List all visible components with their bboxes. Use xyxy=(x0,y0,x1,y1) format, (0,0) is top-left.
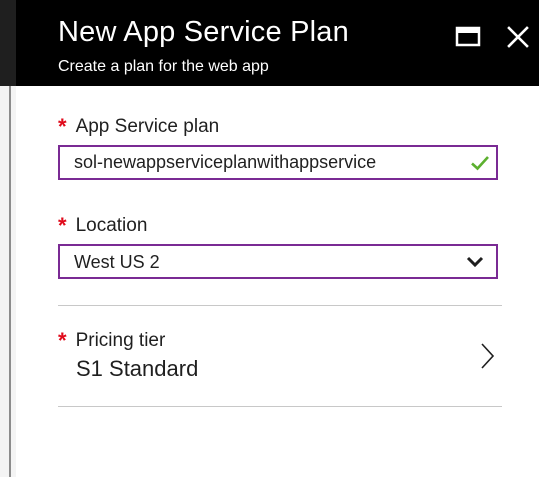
location-selected-value: West US 2 xyxy=(74,252,160,272)
maximize-button[interactable] xyxy=(453,22,483,52)
required-marker: * xyxy=(58,213,67,238)
new-app-service-plan-blade: New App Service Plan Create a plan for t… xyxy=(16,0,539,477)
divider-top xyxy=(58,305,502,306)
close-button[interactable] xyxy=(503,22,533,52)
divider-bottom xyxy=(58,406,502,407)
background-window-header xyxy=(0,0,16,86)
pricing-tier-label-text: Pricing tier xyxy=(75,330,166,351)
chevron-right-icon xyxy=(481,343,495,369)
app-service-plan-input[interactable] xyxy=(60,147,460,178)
close-icon xyxy=(507,26,529,48)
location-label-text: Location xyxy=(75,215,148,236)
location-label: * Location xyxy=(58,211,148,238)
app-service-plan-field[interactable] xyxy=(58,145,498,180)
required-marker: * xyxy=(58,114,67,139)
pricing-tier-selector[interactable]: * Pricing tier S1 Standard xyxy=(58,318,502,400)
blade-header: New App Service Plan Create a plan for t… xyxy=(16,0,539,86)
chevron-down-icon xyxy=(466,256,484,268)
pricing-tier-label: * Pricing tier xyxy=(58,326,166,353)
background-window-strip xyxy=(0,0,16,477)
blade-subtitle: Create a plan for the web app xyxy=(58,58,269,75)
background-window-edge xyxy=(9,86,11,477)
app-service-plan-label-text: App Service plan xyxy=(75,116,220,137)
checkmark-icon xyxy=(471,156,489,171)
maximize-icon xyxy=(455,26,481,47)
required-marker: * xyxy=(58,328,67,353)
app-service-plan-label: * App Service plan xyxy=(58,112,220,139)
pricing-tier-value: S1 Standard xyxy=(76,356,199,381)
location-dropdown[interactable]: West US 2 xyxy=(58,244,498,279)
blade-title: New App Service Plan xyxy=(58,16,349,48)
